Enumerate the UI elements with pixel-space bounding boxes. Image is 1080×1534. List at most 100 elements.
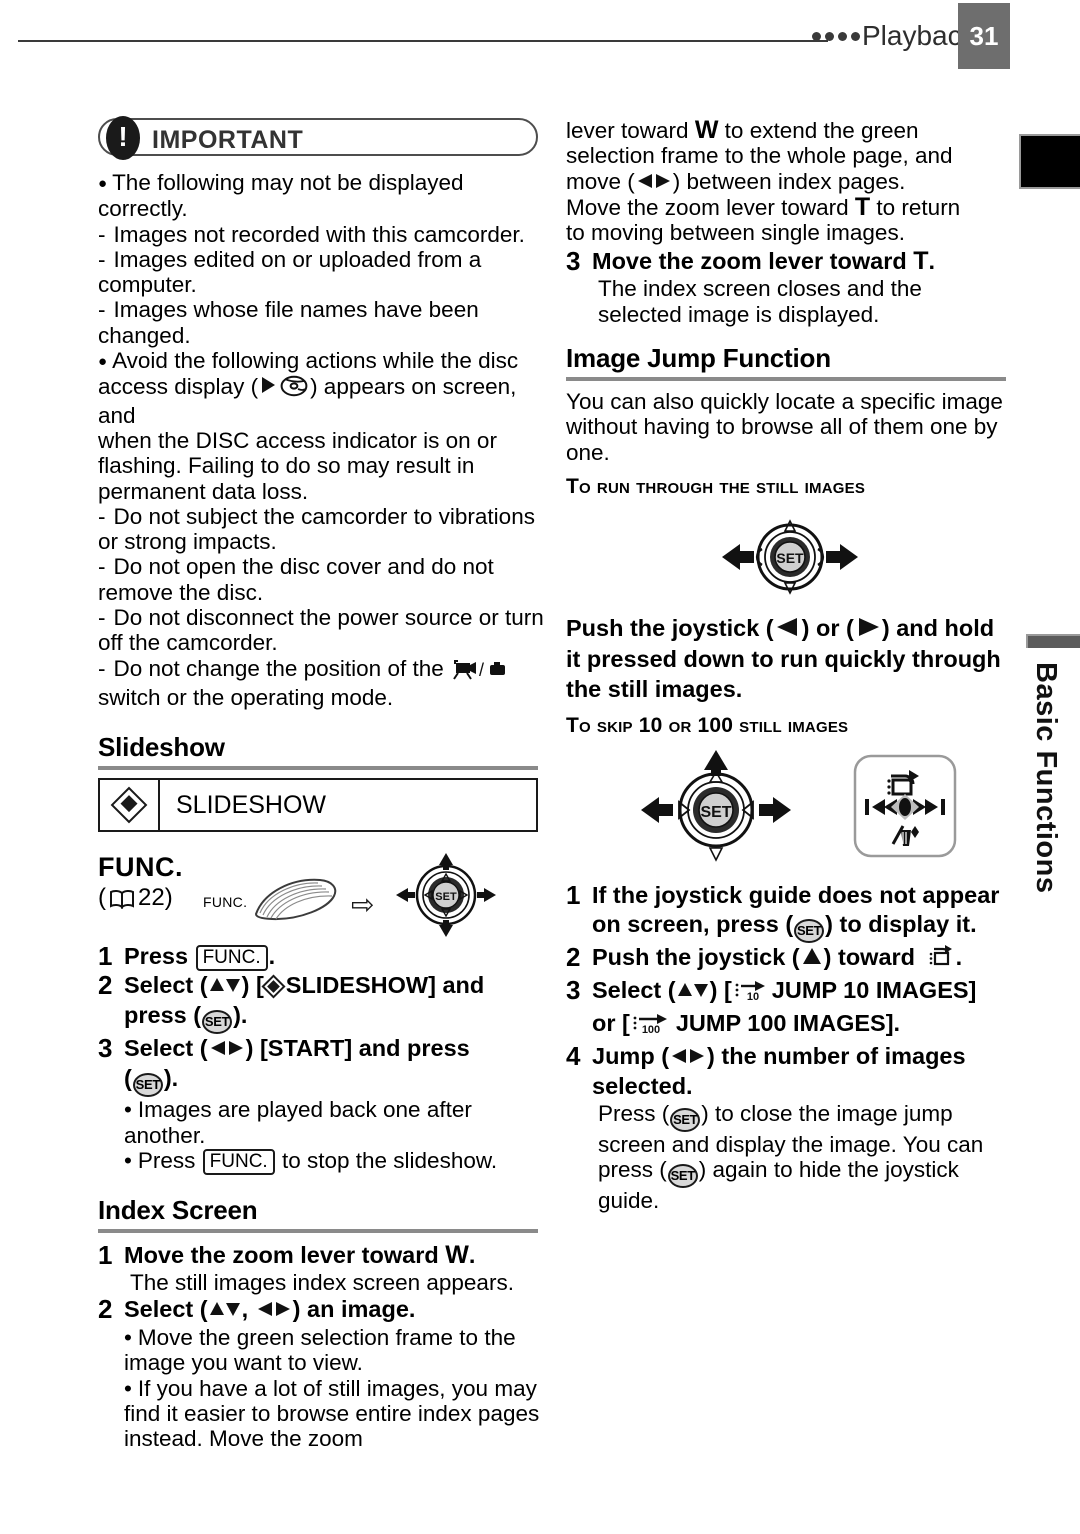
- step-body: Select () [10 JUMP 10 IMAGES] or [100 JUMP …: [592, 976, 976, 1042]
- step-text-a: Select (: [124, 972, 208, 999]
- joystick-diagram-left-right: SET: [566, 511, 1014, 603]
- step-body: If the joystick guide does not appear on …: [592, 881, 999, 943]
- menu-row-label: SLIDESHOW: [176, 790, 327, 819]
- jump-10-icon: 10: [733, 978, 769, 1009]
- instr-text-a: Push the joystick (: [566, 614, 774, 641]
- cont-text-f: Move the zoom lever toward: [566, 194, 855, 220]
- slideshow-steps: 1 Press FUNC.. 2 Select () [SLIDESHOW] a…: [98, 942, 546, 1175]
- up-down-arrows-icon: [209, 972, 241, 1001]
- svg-text:/: /: [479, 660, 484, 680]
- image-jump-steps: 1 If the joystick guide does not appear o…: [566, 880, 1014, 1214]
- note-line-2: switch or the operating mode.: [98, 684, 394, 710]
- note-item: Images edited on or uploaded from a comp…: [98, 247, 546, 298]
- step-text-c: (: [124, 1065, 132, 1092]
- step-text-b: ) [: [709, 976, 732, 1003]
- note-item: Do not open the disc cover and do not re…: [98, 554, 546, 605]
- note-item: Images whose file names have been change…: [98, 297, 546, 348]
- instr-text-c: ) and hold: [881, 614, 995, 641]
- page-header: Playback 31: [0, 0, 1080, 70]
- step-body: Move the zoom lever toward W.: [124, 1241, 475, 1270]
- joystick-diagram-up-left-right: SET: [623, 748, 809, 869]
- step-2: 2 Select (, ) an image.: [98, 1295, 546, 1325]
- right-arrow-icon: [855, 614, 881, 644]
- step-number: 3: [566, 246, 581, 277]
- set-button-icon[interactable]: SET: [794, 918, 825, 943]
- menu-row-slideshow[interactable]: SLIDESHOW: [98, 778, 538, 833]
- step-text-b: .: [928, 248, 936, 275]
- important-notes-list: The following may not be displayed corre…: [98, 170, 546, 710]
- left-arrow-icon: [775, 614, 801, 644]
- cont-text-h: to moving between single images.: [566, 220, 905, 246]
- camera-photo-switch-icon: /: [452, 658, 506, 685]
- step-text-b: .: [468, 1241, 476, 1268]
- bullet-text-a: Press: [137, 1147, 202, 1173]
- step-number: 2: [98, 970, 113, 1001]
- run-through-instruction: Push the joystick () or () and hold it pr…: [566, 613, 1014, 704]
- step-text-suffix: .: [268, 943, 276, 970]
- note-lead: Do not change the position of the: [98, 656, 450, 681]
- disc-icon: [280, 375, 308, 402]
- right-column: lever toward W to extend the green select…: [566, 117, 1014, 1214]
- step-text-e: JUMP 100 IMAGES].: [675, 1009, 901, 1036]
- arrow-right-icon: ⇨: [351, 889, 375, 921]
- step-3: 3 Move the zoom lever toward T.: [566, 247, 1014, 276]
- zoom-lever-w-label: W: [445, 1240, 469, 1269]
- jump-100-icon: 100: [631, 1011, 673, 1042]
- step-body: Select () [SLIDESHOW] and press (SET).: [124, 971, 485, 1035]
- closing-text-a: Press (: [598, 1100, 670, 1126]
- func-key-icon[interactable]: FUNC.: [195, 945, 268, 972]
- step-number: 2: [98, 1294, 113, 1325]
- index-screen-steps: 1 Move the zoom lever toward W. The stil…: [98, 1239, 546, 1452]
- step-bullet: Images are played back one after another…: [98, 1097, 546, 1148]
- func-page-reference: ( 22): [98, 884, 173, 912]
- step-text-prefix: Press: [124, 943, 195, 970]
- step-body: Press FUNC..: [124, 942, 276, 972]
- cont-text-c: selection frame to the whole page, and: [566, 143, 953, 169]
- section-rule: [98, 766, 538, 771]
- slideshow-icon: [100, 780, 160, 831]
- closing-text-d: press (: [598, 1157, 667, 1183]
- left-right-arrows-icon: [256, 1296, 292, 1325]
- step-text-b: ) [: [241, 972, 264, 999]
- step-text-a: If the joystick guide does not appear: [592, 881, 1000, 908]
- set-button-icon[interactable]: SET: [132, 1073, 163, 1098]
- note-item: Do not disconnect the power source or tu…: [98, 605, 546, 656]
- step-text-a: Select (: [124, 1035, 208, 1062]
- step-text-a: Push the joystick (: [592, 943, 800, 970]
- step-sub-text: The still images index screen appears.: [130, 1269, 514, 1295]
- step-text-b: ) toward: [823, 943, 922, 970]
- zoom-lever-t-label: T: [913, 247, 929, 276]
- section-heading-slideshow: Slideshow: [98, 732, 225, 763]
- step-body: Select () [START] and press (SET).: [124, 1034, 470, 1098]
- book-icon: [109, 888, 135, 910]
- step-3: 3 Select () [10 JUMP 10 IMAGES] or [100 JUM…: [566, 975, 1014, 1042]
- image-jump-closing-note: Press (SET) to close the image jump scree…: [566, 1101, 1014, 1214]
- step-text-c: ) an image.: [292, 1296, 416, 1323]
- left-right-arrows-icon: [636, 170, 672, 195]
- svg-text:10: 10: [747, 991, 759, 1002]
- step-text-c: ) to display it.: [825, 910, 977, 937]
- instr-text-b: ) or (: [801, 614, 854, 641]
- svg-text:SET: SET: [700, 804, 731, 821]
- step-text-d: ).: [163, 1065, 179, 1092]
- func-page-num: 22): [138, 884, 173, 912]
- step-1: 1 If the joystick guide does not appear o…: [566, 880, 1014, 943]
- header-dots-icon: [812, 32, 860, 41]
- func-key-icon[interactable]: FUNC.: [202, 1148, 275, 1175]
- instr-text-e: the still images.: [566, 675, 743, 702]
- side-tab-marker-black: [1019, 134, 1080, 189]
- set-button-icon[interactable]: SET: [667, 1164, 698, 1189]
- set-button-icon[interactable]: SET: [202, 1010, 233, 1035]
- joystick-guide-box: [853, 754, 957, 863]
- cont-text-g: to return: [870, 194, 961, 220]
- step-number: 3: [98, 1033, 113, 1064]
- set-button-icon[interactable]: SET: [670, 1107, 701, 1132]
- up-down-arrows-icon: [209, 1296, 241, 1325]
- step-number: 1: [98, 1239, 113, 1270]
- left-column: ! IMPORTANT The following may not be dis…: [98, 116, 546, 1452]
- note-item-mode-switch: Do not change the position of the / swit…: [98, 656, 546, 711]
- joystick-diagram-func: SET: [394, 852, 498, 943]
- step-text-a: Select (: [592, 976, 676, 1003]
- step-text-c: SLIDESHOW] and: [285, 972, 485, 999]
- step-text-e: ).: [233, 1002, 248, 1029]
